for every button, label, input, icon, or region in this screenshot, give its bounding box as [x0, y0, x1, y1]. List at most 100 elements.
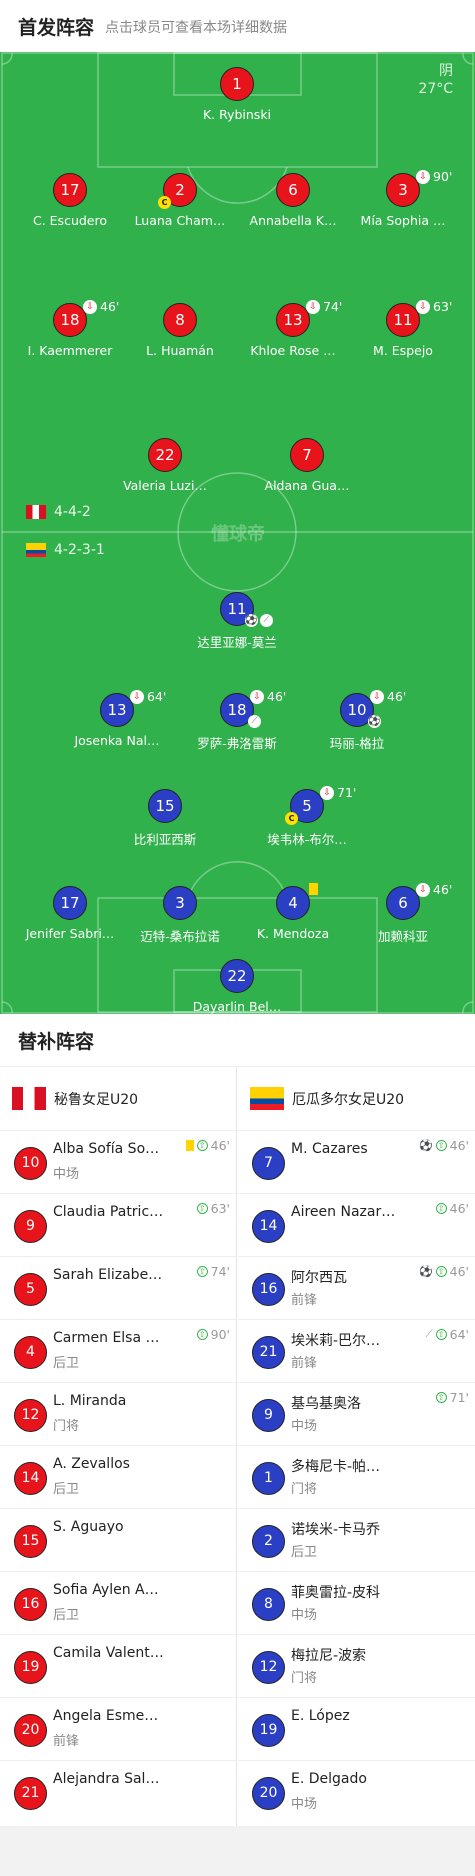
home-player[interactable]: 2 Luana Cham… C	[120, 173, 240, 229]
substitution-minute: 74'	[210, 1264, 230, 1279]
player-name: 基乌基奥洛	[291, 1396, 361, 1412]
assist-boot-icon: ⟋	[260, 614, 273, 627]
player-position: 前锋	[53, 1734, 80, 1749]
goal-ball-icon: ⚽	[368, 715, 381, 728]
home-player[interactable]: 13 Khloe Rose … ⇩ 74'	[233, 299, 353, 359]
bench-player-row[interactable]: 14 Aireen Nazar… ⇧ 46'	[238, 1193, 475, 1256]
player-number: 21	[252, 1336, 285, 1369]
player-number: 13	[276, 303, 310, 337]
player-number: 18	[53, 303, 87, 337]
starting-lineup-hint: 点击球员可查看本场详细数据	[105, 20, 287, 36]
away-player[interactable]: 13 Josenka Nal… ⇩ 64'	[57, 689, 177, 749]
substitution-minute: 46'	[449, 1138, 469, 1153]
player-number: 5	[14, 1273, 47, 1306]
home-player[interactable]: 8 L. Huamán	[120, 303, 240, 359]
bench-player-row[interactable]: 16 阿尔西瓦 前锋 ⚽ ⇧ 46'	[238, 1256, 475, 1319]
home-player[interactable]: 1 K. Rybinski	[177, 67, 297, 123]
captain-badge-icon: C	[285, 812, 298, 825]
player-name: 多梅尼卡-帕…	[291, 1459, 381, 1475]
home-player[interactable]: 18 I. Kaemmerer ⇩ 46'	[10, 299, 130, 359]
goal-ball-icon: ⚽	[245, 614, 258, 627]
player-events: ⇧ 63'	[196, 1201, 230, 1216]
bench-player-row[interactable]: 14 A. Zevallos 后卫	[0, 1445, 236, 1508]
home-player[interactable]: 17 C. Escudero	[10, 173, 130, 229]
player-name: M. Cazares	[291, 1141, 368, 1157]
bench-player-row[interactable]: 1 多梅尼卡-帕… 门将	[238, 1445, 475, 1508]
substitution-in-icon: ⇧	[435, 1203, 447, 1214]
home-player[interactable]: 3 Mía Sophia … ⇩ 90'	[343, 169, 463, 229]
bench-player-row[interactable]: 21 Alejandra Sal…	[0, 1760, 236, 1823]
bench-player-row[interactable]: 21 埃米莉-巴尔… 前锋 ⟋ ⇧ 64'	[238, 1319, 475, 1382]
away-player[interactable]: 15 比利亚西斯	[105, 789, 225, 847]
home-player[interactable]: 6 Annabella K…	[233, 173, 353, 229]
player-name: Aldana Gua…	[264, 478, 350, 493]
substitution-out-icon: ⇩	[320, 786, 334, 800]
away-player[interactable]: 3 迈特-桑布拉诺	[120, 886, 240, 944]
yellow-card-icon	[185, 1140, 194, 1151]
bench-player-row[interactable]: 19 E. López	[238, 1697, 475, 1760]
player-name: Annabella K…	[249, 213, 337, 228]
bench-player-row[interactable]: 9 Claudia Patric… ⇧ 63'	[0, 1193, 236, 1256]
home-player[interactable]: 11 M. Espejo ⇩ 63'	[343, 299, 463, 359]
substitution-out-icon: ⇩	[416, 883, 430, 897]
away-player[interactable]: 4 K. Mendoza	[233, 883, 353, 942]
player-position: 门将	[291, 1482, 318, 1497]
player-number: 4	[14, 1336, 47, 1369]
player-name: 埃米莉-巴尔…	[291, 1333, 381, 1349]
away-player[interactable]: 17 Jenifer Sabri…	[10, 886, 130, 942]
bench-player-row[interactable]: 12 L. Miranda 门将	[0, 1382, 236, 1445]
bench-header: 替补阵容	[0, 1014, 475, 1066]
away-player[interactable]: 22 Dayarlin Bel…	[177, 959, 297, 1014]
substitution-minute: 63'	[433, 299, 453, 314]
player-number: 3	[386, 173, 420, 207]
bench-player-row[interactable]: 12 梅拉尼-波索 门将	[238, 1634, 475, 1697]
bench-player-row[interactable]: 16 Sofia Aylen A… 后卫	[0, 1571, 236, 1634]
player-number: 3	[163, 886, 197, 920]
player-name: 埃韦林-布尔…	[267, 832, 347, 847]
player-number: 8	[252, 1588, 285, 1621]
player-number: 19	[252, 1714, 285, 1747]
substitution-in-icon: ⇧	[435, 1392, 447, 1403]
yellow-card-icon	[309, 883, 318, 895]
player-name: 达里亚娜-莫兰	[197, 635, 277, 650]
player-name: L. Huamán	[146, 343, 214, 358]
player-name: 菲奥雷拉-皮科	[291, 1585, 381, 1601]
away-player[interactable]: 18 罗萨-弗洛雷斯 ⇩ 46' ⟋	[177, 689, 297, 751]
away-player[interactable]: 6 加赖科亚 ⇩ 46'	[343, 882, 463, 944]
bench-player-row[interactable]: 20 Angela Esme… 前锋	[0, 1697, 236, 1760]
player-position: 门将	[53, 1419, 80, 1434]
player-name: 加赖科亚	[377, 929, 428, 944]
bench-player-row[interactable]: 19 Camila Valent…	[0, 1634, 236, 1697]
player-name: Carmen Elsa …	[53, 1330, 160, 1346]
home-player[interactable]: 7 Aldana Gua…	[247, 438, 367, 494]
bench-player-row[interactable]: 4 Carmen Elsa … 后卫 ⇧ 90'	[0, 1319, 236, 1382]
away-player[interactable]: 10 玛丽-格拉 ⇩ 46' ⚽	[297, 689, 417, 751]
bench-player-row[interactable]: 10 Alba Sofía So… 中场 ⇧ 46'	[0, 1130, 236, 1193]
away-bench: 厄瓜多尔女足U20 7 M. Cazares ⚽ ⇧ 46' 14 Aireen Nazar…	[238, 1066, 475, 1823]
bench-player-row[interactable]: 2 诺埃米-卡马乔 后卫	[238, 1508, 475, 1571]
player-number: 12	[14, 1399, 47, 1432]
bench-player-row[interactable]: 8 菲奥雷拉-皮科 中场	[238, 1571, 475, 1634]
bench-player-row[interactable]: 9 基乌基奥洛 中场 ⇧ 71'	[238, 1382, 475, 1445]
away-player[interactable]: 5 埃韦林-布尔… C ⇩ 71'	[247, 785, 367, 847]
player-number: 2	[252, 1525, 285, 1558]
player-position: 中场	[291, 1608, 318, 1623]
player-name: S. Aguayo	[53, 1519, 124, 1535]
weather-condition: 阴	[439, 63, 453, 79]
home-player[interactable]: 22 Valeria Luzi…	[105, 438, 225, 494]
bench-player-row[interactable]: 15 S. Aguayo	[0, 1508, 236, 1571]
away-player[interactable]: 11 达里亚娜-莫兰 ⚽ ⟋	[177, 592, 297, 650]
bench-player-row[interactable]: 5 Sarah Elizabe… ⇧ 74'	[0, 1256, 236, 1319]
player-name: I. Kaemmerer	[27, 343, 113, 358]
ecuador-flag-icon	[26, 543, 46, 557]
player-name: Alba Sofía So…	[53, 1141, 160, 1157]
player-number: 17	[53, 886, 87, 920]
player-number: 8	[163, 303, 197, 337]
player-events: ⇧ 90'	[196, 1327, 230, 1342]
bench-player-row[interactable]: 20 E. Delgado 中场	[238, 1760, 475, 1823]
bench-player-row[interactable]: 7 M. Cazares ⚽ ⇧ 46'	[238, 1130, 475, 1193]
substitution-minute: 74'	[323, 299, 343, 314]
substitution-out-icon: ⇩	[416, 300, 430, 314]
player-number: 6	[276, 173, 310, 207]
player-name: Luana Cham…	[134, 213, 226, 228]
